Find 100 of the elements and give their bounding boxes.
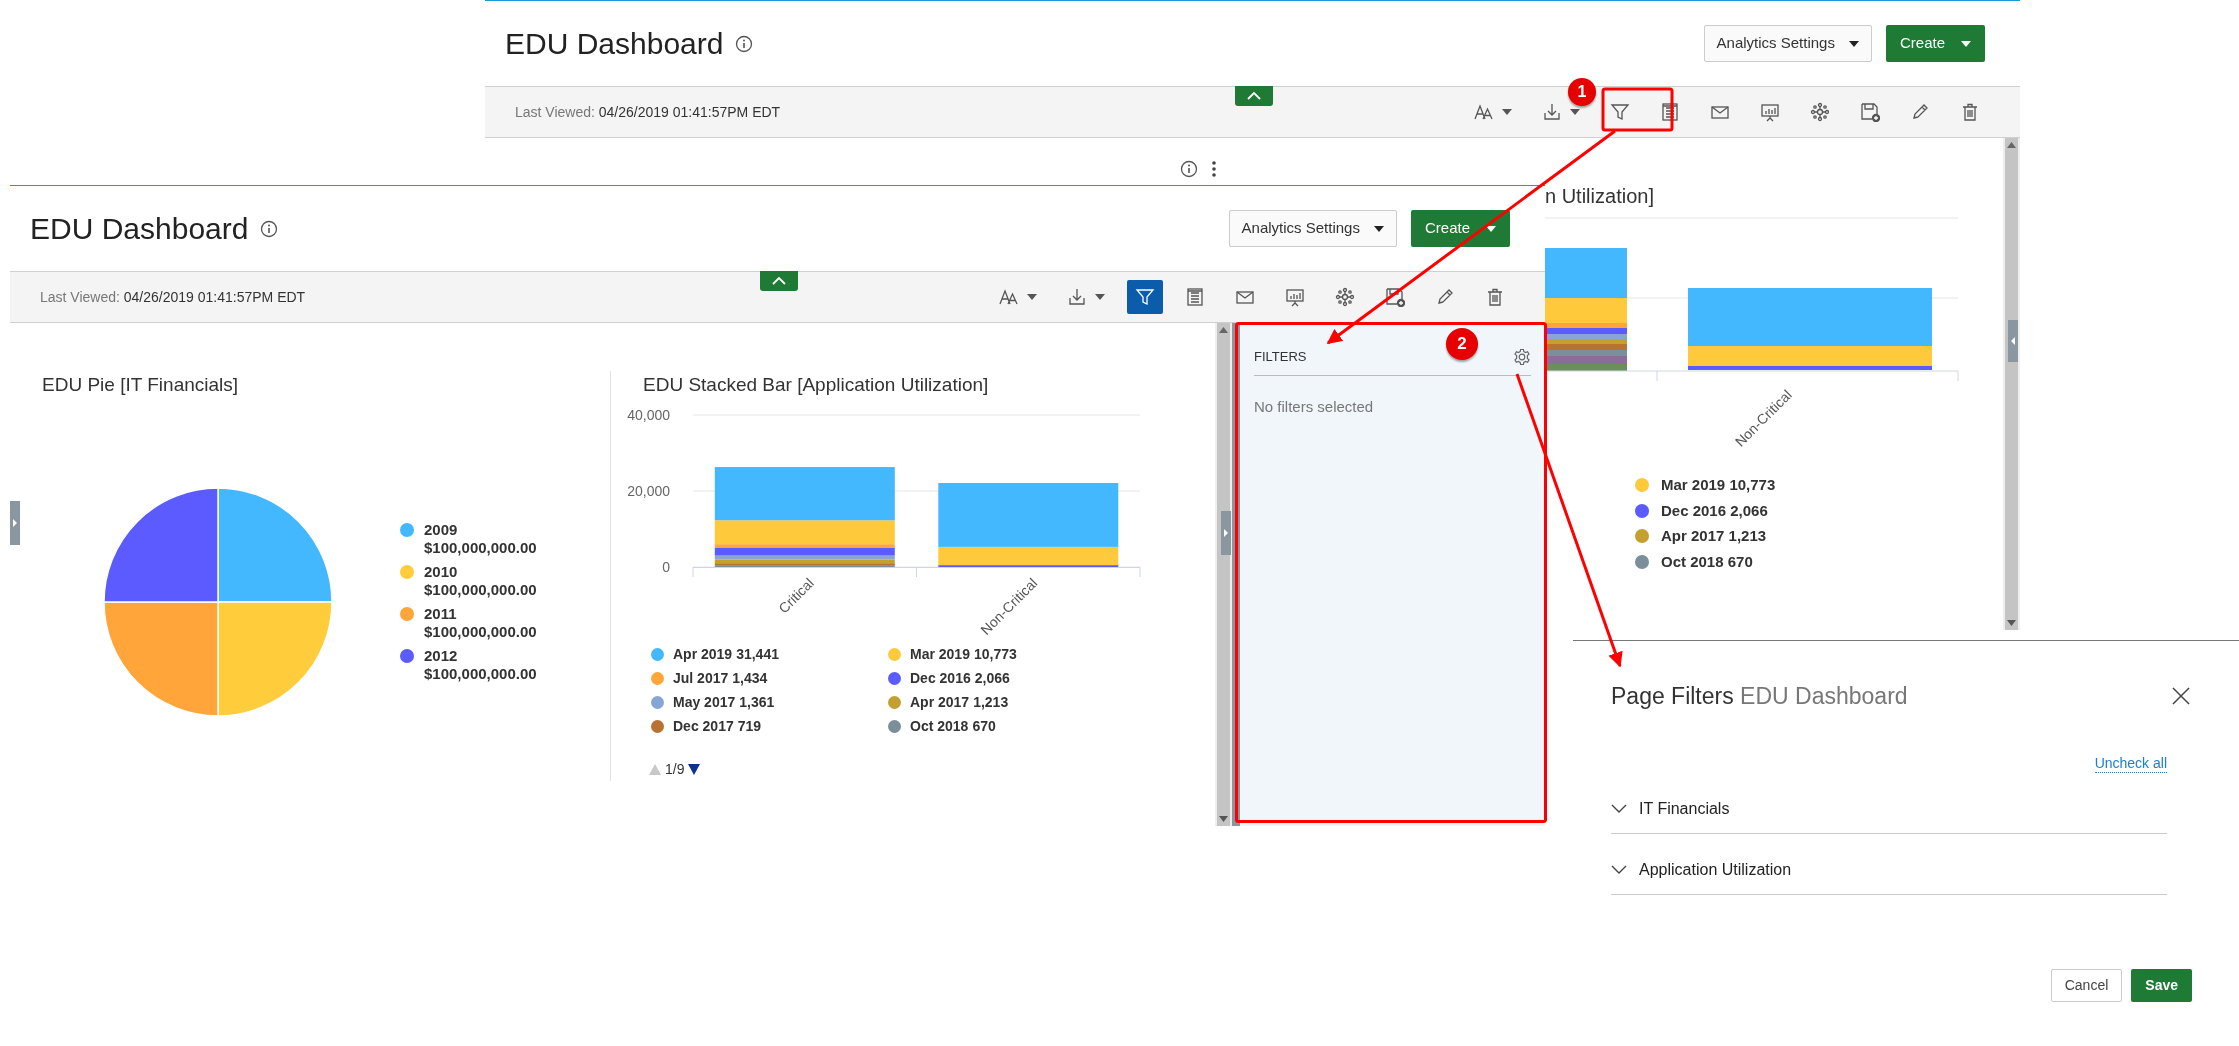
legend-label: Mar 2019 <box>910 644 970 664</box>
legend-label: 2010 <box>424 562 459 581</box>
presentation-icon <box>1760 102 1780 122</box>
download-icon <box>1067 287 1087 307</box>
collapse-tab[interactable] <box>1235 86 1273 106</box>
legend-item: Mar 2019 10,773 <box>1661 475 1776 495</box>
legend-item: Apr 2017 1,213 <box>1661 526 1767 546</box>
last-viewed-text: Last Viewed: 04/26/2019 01:41:57PM EDT <box>40 287 306 307</box>
accordion-section[interactable]: IT Financials <box>1611 773 2167 834</box>
axis-tick-label: 40,000 <box>627 406 670 423</box>
legend-item: Oct 2018 670 <box>1661 551 1753 572</box>
empty-message: No filters selected <box>1254 396 1375 417</box>
settings-icon[interactable] <box>1513 347 1531 366</box>
scrollbar[interactable] <box>1215 323 1232 826</box>
legend-value: 10,773 <box>973 644 1017 664</box>
legend-label: Apr 2017 <box>910 692 970 712</box>
scroll-up-icon[interactable] <box>1219 327 1228 333</box>
create-button[interactable]: Create <box>1410 210 1510 247</box>
legend-value: 719 <box>737 716 762 736</box>
chart-title: EDU Stacked Bar [Application Utilization] <box>643 373 990 397</box>
trash-icon <box>1960 102 1980 122</box>
uncheck-all-link[interactable]: Uncheck all <box>2094 754 2167 773</box>
panel-title: FILTERS <box>1254 348 1307 366</box>
scroll-down-icon[interactable] <box>1219 816 1228 822</box>
window-title: EDU Dashboard <box>505 26 724 62</box>
info-icon[interactable] <box>1180 160 1198 178</box>
accordion-section[interactable]: Application Utilization <box>1611 834 2167 895</box>
legend-label: Jul 2017 <box>673 668 729 688</box>
legend-value: 1,434 <box>732 668 768 688</box>
caret-icon <box>1848 40 1859 47</box>
legend-label: Apr 2019 <box>673 644 733 664</box>
analytics-settings-dropdown[interactable]: Analytics Settings <box>1703 25 1872 62</box>
filter-icon <box>1610 102 1630 122</box>
collapse-tab[interactable] <box>760 271 798 291</box>
legend-label: Dec 2016 <box>910 668 971 688</box>
network-icon <box>1335 287 1355 307</box>
analytics-settings-dropdown[interactable]: Analytics Settings <box>1228 210 1397 247</box>
legend-item: Dec 2016 2,066 <box>1661 500 1768 521</box>
pencil-icon <box>1435 287 1455 307</box>
caret-icon <box>1095 294 1105 300</box>
caret-icon <box>1502 109 1512 115</box>
pencil-icon <box>1910 102 1930 122</box>
scroll-down-icon[interactable] <box>2007 620 2016 626</box>
legend-label: Oct 2018 <box>910 716 969 736</box>
network-icon <box>1810 102 1830 122</box>
chevron-down-icon <box>1611 804 1627 814</box>
chart-title: n Utilization] <box>1545 184 1655 209</box>
chart-title: EDU Pie [IT Financials] <box>42 373 240 397</box>
save-button[interactable]: Save <box>2131 969 2192 1002</box>
axis-tick-label: 20,000 <box>627 482 670 499</box>
triangle-icon <box>11 519 19 527</box>
download-icon <box>1542 102 1562 122</box>
kebab-menu-icon[interactable] <box>1212 161 1216 177</box>
panel-handle[interactable] <box>1221 511 1231 555</box>
legend-value: 1,361 <box>739 692 775 712</box>
create-button[interactable]: Create <box>1885 25 1985 62</box>
info-icon[interactable] <box>735 34 754 53</box>
trash-icon <box>1485 287 1505 307</box>
legend-value: $100,000,000.00 <box>424 580 537 599</box>
legend-label: May 2017 <box>673 692 736 712</box>
axis-tick-label: 0 <box>662 558 670 575</box>
save-plus-icon <box>1860 102 1880 122</box>
notes-icon <box>1185 287 1205 307</box>
pager-text: 1/9 <box>665 759 685 779</box>
legend-label: 2009 <box>424 520 459 539</box>
legend-label: 2011 <box>424 604 458 623</box>
legend-value: 1,213 <box>973 692 1009 712</box>
caret-icon <box>1373 225 1384 232</box>
cancel-button[interactable]: Cancel <box>2050 969 2123 1002</box>
presentation-icon <box>1285 287 1305 307</box>
filter-icon <box>1135 287 1155 307</box>
close-button[interactable] <box>2172 686 2192 706</box>
panel-handle[interactable] <box>2008 320 2018 362</box>
scrollbar[interactable] <box>2003 138 2020 630</box>
page-down-icon[interactable] <box>688 763 701 775</box>
legend-value: $100,000,000.00 <box>424 622 537 641</box>
legend-label: Dec 2017 <box>673 716 734 736</box>
close-icon <box>2172 687 2190 705</box>
last-viewed-text: Last Viewed: 04/26/2019 01:41:57PM EDT <box>515 102 781 122</box>
font-size-icon <box>1474 102 1494 122</box>
scroll-up-icon[interactable] <box>2007 142 2016 148</box>
legend-value: 2,066 <box>974 668 1010 688</box>
triangle-icon <box>1222 529 1230 537</box>
triangle-icon <box>2009 337 2017 345</box>
legend-value: $100,000,000.00 <box>424 664 537 683</box>
caret-icon <box>1961 40 1971 47</box>
notes-icon <box>1660 102 1680 122</box>
info-icon[interactable] <box>260 219 279 238</box>
filter-button[interactable] <box>1127 280 1163 314</box>
caret-icon <box>1027 294 1037 300</box>
dialog-title: Page Filters EDU Dashboard <box>1611 681 1908 711</box>
caret-icon <box>1570 109 1580 115</box>
chevron-up-icon <box>772 277 786 285</box>
chevron-down-icon <box>1611 865 1627 875</box>
legend-value: $100,000,000.00 <box>424 538 537 557</box>
caret-icon <box>1486 225 1496 232</box>
legend-label: 2012 <box>424 646 459 665</box>
window-title: EDU Dashboard <box>30 211 249 247</box>
panel-handle[interactable] <box>10 501 20 545</box>
chevron-up-icon <box>1247 92 1261 100</box>
